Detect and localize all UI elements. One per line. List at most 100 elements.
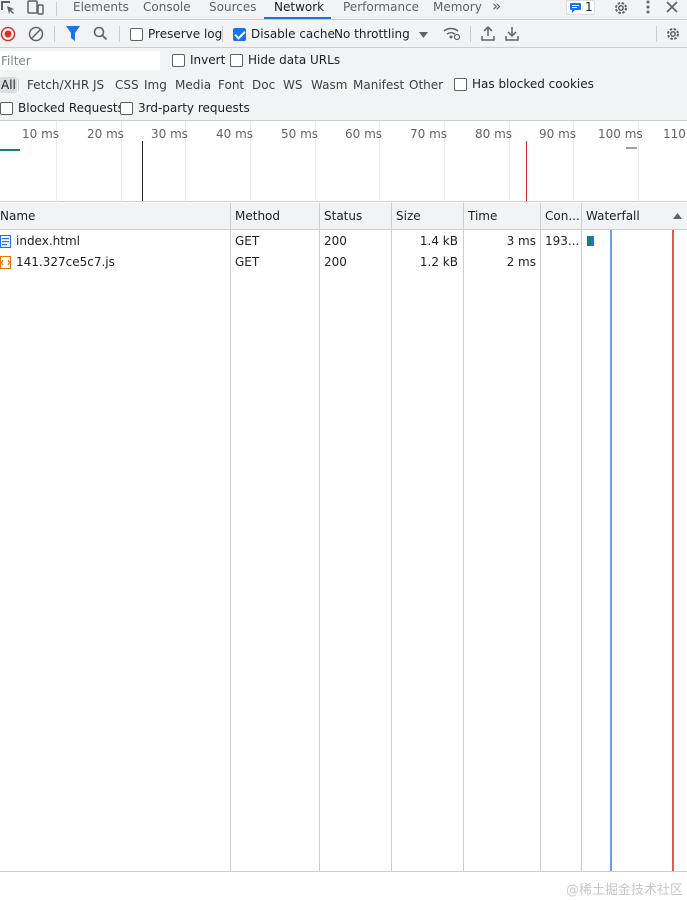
column-divider[interactable] xyxy=(463,203,464,871)
request-status: 200 xyxy=(324,255,347,269)
third-party-requests-checkbox[interactable] xyxy=(120,102,133,115)
blocked-requests-checkbox[interactable] xyxy=(0,102,13,115)
invert-checkbox[interactable] xyxy=(172,54,185,67)
request-time: 2 ms xyxy=(506,255,536,269)
filter-funnel-icon[interactable] xyxy=(66,26,80,41)
column-header-time[interactable]: Time xyxy=(464,203,540,230)
timeline-tick-label: 10 ms xyxy=(22,127,60,141)
clear-log-icon[interactable] xyxy=(28,26,44,42)
active-tab-indicator xyxy=(264,17,331,19)
import-har-upload-icon[interactable] xyxy=(481,26,495,41)
disable-cache-checkbox[interactable] xyxy=(233,28,246,41)
type-chip-css[interactable]: CSS xyxy=(114,77,140,93)
toolbar-divider xyxy=(119,26,120,42)
table-row[interactable]: index.html GET 200 1.4 kB 3 ms 193... xyxy=(0,231,582,252)
request-time: 3 ms xyxy=(506,234,536,248)
type-chip-fetch-xhr[interactable]: Fetch/XHR xyxy=(26,77,90,93)
request-name[interactable]: index.html xyxy=(16,231,80,252)
request-connection xyxy=(545,252,578,273)
has-blocked-cookies-label: Has blocked cookies xyxy=(472,77,594,91)
column-divider[interactable] xyxy=(540,203,541,871)
devtools-tab-bar: Elements Console Sources Network Perform… xyxy=(0,0,687,20)
type-chip-ws[interactable]: WS xyxy=(282,77,303,93)
tab-memory[interactable]: Memory xyxy=(433,0,482,20)
script-file-icon xyxy=(0,256,11,269)
waterfall-bar-index-html[interactable] xyxy=(587,236,594,246)
timeline-tick-label: 20 ms xyxy=(87,127,125,141)
toolbar-divider xyxy=(222,26,223,42)
export-har-download-icon[interactable] xyxy=(505,26,519,41)
device-toolbar-icon[interactable] xyxy=(27,0,45,16)
watermark-text: @稀土掘金技术社区 xyxy=(565,883,683,898)
timeline-tick-label: 90 ms xyxy=(539,127,577,141)
type-chip-font[interactable]: Font xyxy=(217,77,245,93)
network-toolbar: Preserve log Disable cache No throttling xyxy=(0,20,687,48)
resource-type-filter-bar: All Fetch/XHR JS CSS Img Media Font Doc … xyxy=(0,73,687,97)
issues-badge[interactable]: 1 xyxy=(566,0,595,15)
table-row[interactable]: 141.327ce5c7.js GET 200 1.2 kB 2 ms xyxy=(0,252,582,273)
column-divider[interactable] xyxy=(581,203,582,871)
column-header-size[interactable]: Size xyxy=(392,203,463,230)
dropdown-triangle-icon[interactable] xyxy=(419,32,428,38)
invert-label: Invert xyxy=(190,53,226,67)
preserve-log-checkbox[interactable] xyxy=(130,28,143,41)
network-settings-gear-icon[interactable] xyxy=(665,26,681,42)
type-chip-js[interactable]: JS xyxy=(92,77,105,93)
type-chip-img[interactable]: Img xyxy=(143,77,168,93)
request-status: 200 xyxy=(324,234,347,248)
preserve-log-label: Preserve log xyxy=(148,27,223,41)
type-chip-other[interactable]: Other xyxy=(408,77,444,93)
search-icon[interactable] xyxy=(93,26,108,41)
waterfall-dcl-line xyxy=(610,230,612,871)
throttling-select[interactable]: No throttling xyxy=(334,27,410,41)
load-event-marker xyxy=(526,141,527,201)
tab-performance[interactable]: Performance xyxy=(343,0,419,20)
has-blocked-cookies-checkbox[interactable] xyxy=(454,78,467,91)
inspect-element-icon[interactable] xyxy=(0,0,16,16)
filter-input[interactable] xyxy=(0,51,160,70)
hide-data-urls-checkbox[interactable] xyxy=(230,54,243,67)
type-chip-manifest[interactable]: Manifest xyxy=(352,77,405,93)
stop-recording-icon[interactable] xyxy=(0,26,16,42)
column-divider[interactable] xyxy=(230,203,231,871)
request-name[interactable]: 141.327ce5c7.js xyxy=(16,252,115,273)
timeline-tick-label: 70 ms xyxy=(410,127,448,141)
dom-content-loaded-marker xyxy=(142,141,143,201)
request-table-body xyxy=(0,230,687,871)
timeline-tick-label: 100 ms xyxy=(598,127,643,141)
close-devtools-icon[interactable] xyxy=(666,1,678,13)
timeline-tick-label: 80 ms xyxy=(475,127,513,141)
column-divider[interactable] xyxy=(319,203,320,871)
tab-sources[interactable]: Sources xyxy=(209,0,256,20)
column-header-waterfall[interactable]: Waterfall xyxy=(582,203,672,230)
settings-gear-icon[interactable] xyxy=(613,0,629,16)
issues-count: 1 xyxy=(585,0,593,14)
type-chip-wasm[interactable]: Wasm xyxy=(310,77,348,93)
column-header-name[interactable]: Name xyxy=(0,203,230,230)
status-bar: @稀土掘金技术社区 xyxy=(0,871,687,901)
column-header-status[interactable]: Status xyxy=(320,203,391,230)
type-chip-doc[interactable]: Doc xyxy=(251,77,276,93)
more-options-kebab-icon[interactable] xyxy=(644,0,652,16)
request-table-header: Name Method Status Size Time Con... Wate… xyxy=(0,203,687,230)
waterfall-download-segment xyxy=(591,236,594,246)
toolbar-divider xyxy=(656,26,657,42)
tab-divider xyxy=(56,2,57,16)
network-conditions-wifi-icon[interactable] xyxy=(443,26,461,41)
sort-ascending-triangle-icon[interactable] xyxy=(673,213,682,219)
network-overview-timeline[interactable]: 10 ms 20 ms 30 ms 40 ms 50 ms 60 ms 70 m… xyxy=(0,121,687,202)
filter-bar: Invert Hide data URLs xyxy=(0,48,687,73)
blocked-requests-label: Blocked Requests xyxy=(18,101,124,115)
timeline-tick-label: 110 xyxy=(663,127,686,141)
timeline-tick-label: 40 ms xyxy=(216,127,254,141)
column-header-method[interactable]: Method xyxy=(231,203,319,230)
type-chip-media[interactable]: Media xyxy=(174,77,212,93)
column-header-connection[interactable]: Con... xyxy=(541,203,581,230)
hide-data-urls-label: Hide data URLs xyxy=(248,53,341,67)
more-tabs-chevron-icon[interactable]: » xyxy=(492,0,501,15)
tab-console[interactable]: Console xyxy=(143,0,191,20)
type-chip-all[interactable]: All xyxy=(0,77,17,93)
column-divider[interactable] xyxy=(391,203,392,871)
tab-elements[interactable]: Elements xyxy=(73,0,129,20)
request-size: 1.2 kB xyxy=(419,255,458,269)
